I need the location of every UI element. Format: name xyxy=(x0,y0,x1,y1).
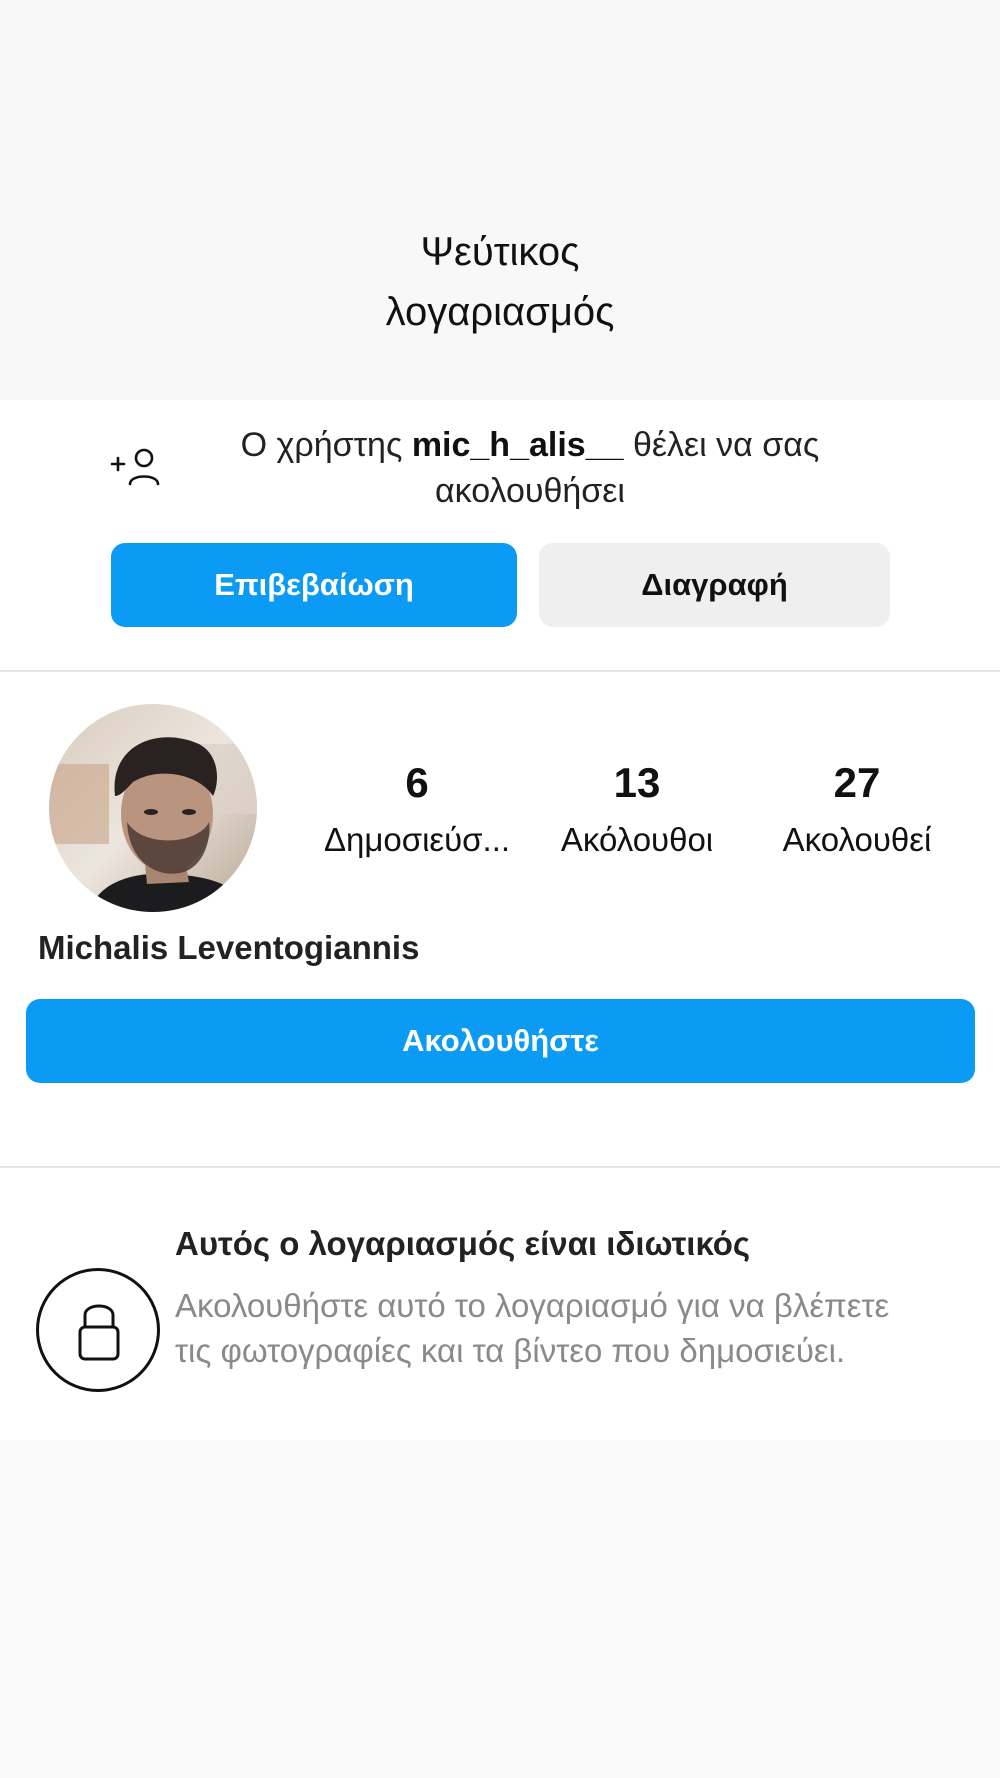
delete-button[interactable]: Διαγραφή xyxy=(539,543,890,627)
posts-stat[interactable]: 6 Δημοσιεύσ... xyxy=(307,758,527,864)
following-stat[interactable]: 27 Ακολουθεί xyxy=(747,758,967,864)
lock-badge xyxy=(36,1268,160,1392)
request-prefix: Ο χρήστης xyxy=(240,426,412,464)
caption-line-2: λογαριασμός xyxy=(385,290,615,334)
following-count: 27 xyxy=(833,759,881,806)
story-caption: Ψεύτικος λογαριασμός xyxy=(0,222,1000,342)
follow-button[interactable]: Ακολουθήστε xyxy=(26,999,975,1083)
private-account-title: Αυτός ο λογαριασμός είναι ιδιωτικός xyxy=(175,1225,751,1262)
posts-label: Δημοσιεύσ... xyxy=(323,821,511,858)
followers-stat[interactable]: 13 Ακόλουθοι xyxy=(527,758,747,864)
caption-line-1: Ψεύτικος xyxy=(420,230,580,274)
private-account-description: Ακολουθήστε αυτό το λογαριασμό για να βλ… xyxy=(175,1287,890,1369)
confirm-button[interactable]: Επιβεβαίωση xyxy=(111,543,517,627)
follow-request-text: Ο χρήστης mic_h_alis__ θέλει να σας ακολ… xyxy=(200,422,860,514)
posts-count: 6 xyxy=(405,759,429,806)
avatar[interactable] xyxy=(49,704,257,912)
followers-label: Ακόλουθοι xyxy=(560,821,714,858)
request-username[interactable]: mic_h_alis__ xyxy=(412,426,624,464)
section-divider xyxy=(0,1166,1000,1168)
lock-icon xyxy=(78,1304,120,1361)
section-divider xyxy=(0,670,1000,672)
add-person-icon xyxy=(110,448,160,486)
followers-count: 13 xyxy=(613,759,661,806)
profile-full-name: Michalis Leventogiannis xyxy=(38,929,420,966)
following-label: Ακολουθεί xyxy=(782,821,932,858)
